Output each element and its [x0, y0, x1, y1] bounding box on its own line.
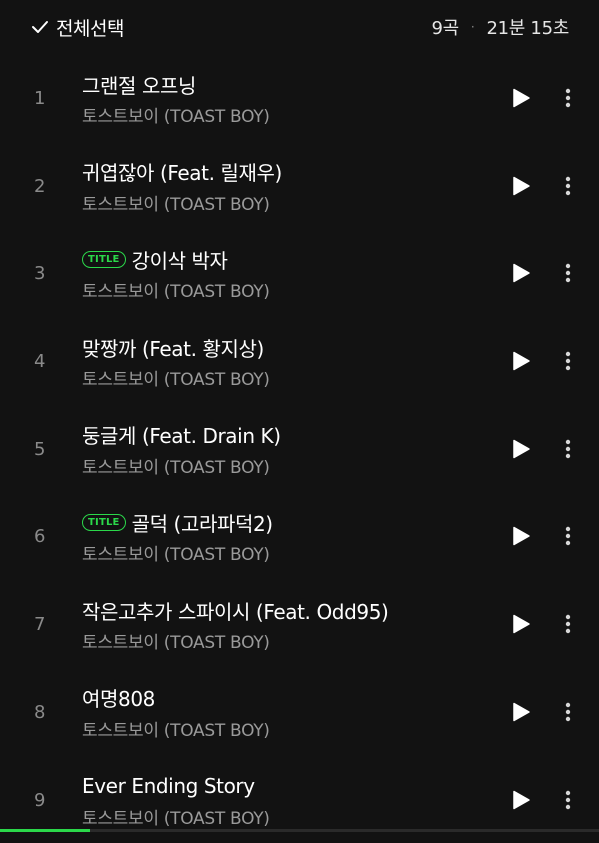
more-vertical-icon[interactable] [556, 174, 580, 198]
more-vertical-icon[interactable] [556, 612, 580, 636]
track-title-line: 여명808 [82, 683, 155, 713]
play-icon[interactable] [509, 86, 533, 110]
track-title: 여명808 [82, 683, 155, 712]
play-icon[interactable] [509, 700, 533, 724]
more-vertical-icon[interactable] [556, 437, 580, 461]
track-title-line: 그랜절 오프닝 [82, 69, 196, 99]
track-number: 1 [34, 88, 66, 109]
play-icon[interactable] [509, 174, 533, 198]
track-summary: 9곡 · 21분 15초 [432, 12, 570, 42]
select-all-label: 전체선택 [56, 14, 124, 41]
track-artist[interactable]: 토스트보이 (TOAST BOY) [82, 453, 270, 478]
track-number: 8 [34, 702, 66, 723]
more-vertical-icon[interactable] [556, 261, 580, 285]
summary-separator: · [471, 20, 475, 34]
check-icon [30, 17, 50, 37]
track-title-line: 작은고추가 스파이시 (Feat. Odd95) [82, 595, 388, 625]
track-number: 9 [34, 790, 66, 811]
track-title: 맞짱까 (Feat. 황지상) [82, 333, 264, 362]
play-icon[interactable] [509, 437, 533, 461]
more-vertical-icon[interactable] [556, 524, 580, 548]
track-artist[interactable]: 토스트보이 (TOAST BOY) [82, 804, 270, 829]
track-artist[interactable]: 토스트보이 (TOAST BOY) [82, 716, 270, 741]
play-icon[interactable] [509, 349, 533, 373]
track-number: 3 [34, 263, 66, 284]
track-row[interactable]: 4 맞짱까 (Feat. 황지상) 토스트보이 (TOAST BOY) [0, 317, 599, 405]
more-vertical-icon[interactable] [556, 788, 580, 812]
play-icon[interactable] [509, 788, 533, 812]
play-icon[interactable] [509, 612, 533, 636]
track-title-line: Ever Ending Story [82, 771, 255, 801]
track-number: 7 [34, 614, 66, 635]
track-title: 둥글게 (Feat. Drain K) [82, 420, 281, 449]
track-title: 강이삭 박자 [132, 245, 228, 274]
track-row[interactable]: 7 작은고추가 스파이시 (Feat. Odd95) 토스트보이 (TOAST BO… [0, 580, 599, 668]
track-number: 4 [34, 351, 66, 372]
track-title: 귀엽잖아 (Feat. 릴재우) [82, 157, 282, 186]
more-vertical-icon[interactable] [556, 349, 580, 373]
track-count: 9곡 [432, 14, 459, 40]
tracklist-header: 전체선택 9곡 · 21분 15초 [0, 0, 599, 54]
select-all-button[interactable]: 전체선택 [30, 12, 124, 42]
play-icon[interactable] [509, 524, 533, 548]
track-title-line: 둥글게 (Feat. Drain K) [82, 420, 281, 450]
track-number: 5 [34, 439, 66, 460]
track-row[interactable]: 3 TITLE 강이삭 박자토스트보이 (TOAST BOY) [0, 229, 599, 317]
track-title-line: TITLE 골덕 (고라파덕2) [82, 507, 273, 537]
track-row[interactable]: 5 둥글게 (Feat. Drain K) 토스트보이 (TOAST BOY) [0, 405, 599, 493]
more-vertical-icon[interactable] [556, 700, 580, 724]
track-row[interactable]: 6 TITLE 골덕 (고라파덕2) 토스트보이 (TOAST BOY) [0, 492, 599, 580]
track-title-line: 맞짱까 (Feat. 황지상) [82, 332, 264, 362]
track-list: 1 그랜절 오프닝토스트보이 (TOAST BOY) 2 귀엽잖아 (Feat. 릴재… [0, 54, 599, 843]
track-number: 2 [34, 176, 66, 197]
track-row[interactable]: 1 그랜절 오프닝토스트보이 (TOAST BOY) [0, 54, 599, 142]
track-row[interactable]: 2 귀엽잖아 (Feat. 릴재우) 토스트보이 (TOAST BOY) [0, 142, 599, 230]
track-title: 작은고추가 스파이시 (Feat. Odd95) [82, 596, 388, 625]
track-title: Ever Ending Story [82, 774, 255, 798]
title-track-badge: TITLE [82, 251, 126, 268]
track-artist[interactable]: 토스트보이 (TOAST BOY) [82, 102, 270, 127]
track-title-line: TITLE 강이삭 박자 [82, 244, 228, 274]
track-artist[interactable]: 토스트보이 (TOAST BOY) [82, 277, 270, 302]
track-title: 그랜절 오프닝 [82, 70, 196, 99]
track-artist[interactable]: 토스트보이 (TOAST BOY) [82, 628, 270, 653]
track-row[interactable]: 8 여명808 토스트보이 (TOAST BOY) [0, 668, 599, 756]
track-artist[interactable]: 토스트보이 (TOAST BOY) [82, 365, 270, 390]
track-title: 골덕 (고라파덕2) [132, 508, 273, 537]
track-title-line: 귀엽잖아 (Feat. 릴재우) [82, 157, 282, 187]
play-icon[interactable] [509, 261, 533, 285]
track-number: 6 [34, 526, 66, 547]
track-artist[interactable]: 토스트보이 (TOAST BOY) [82, 540, 270, 565]
total-duration: 21분 15초 [486, 14, 569, 40]
title-track-badge: TITLE [82, 514, 126, 531]
more-vertical-icon[interactable] [556, 86, 580, 110]
track-artist[interactable]: 토스트보이 (TOAST BOY) [82, 190, 270, 215]
